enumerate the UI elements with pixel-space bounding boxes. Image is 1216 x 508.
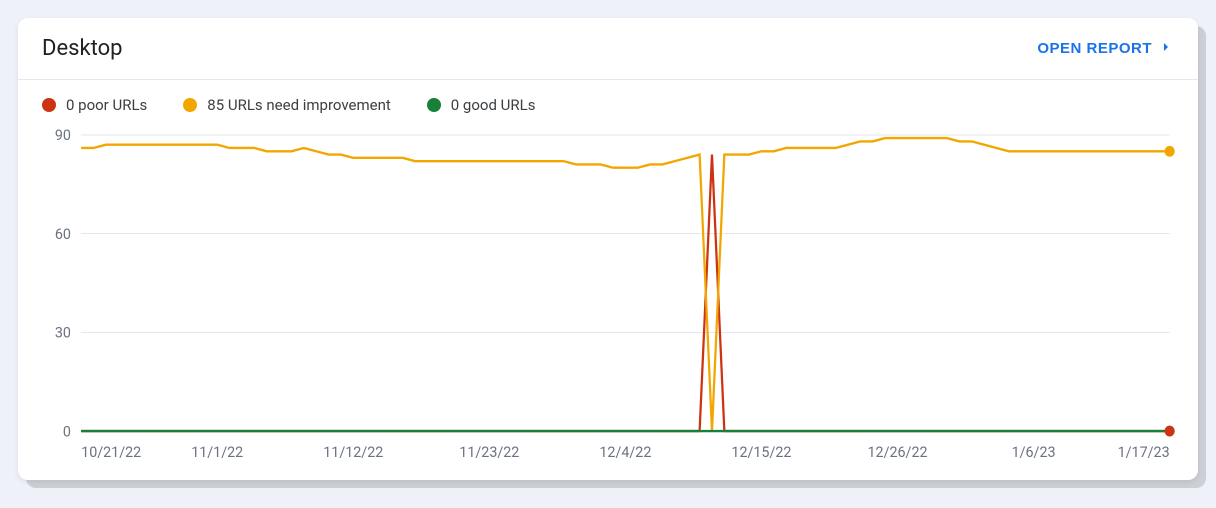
legend-item-good[interactable]: 0 good URLs (427, 96, 536, 114)
legend-label-poor: 0 poor URLs (66, 96, 147, 114)
x-tick-label: 12/26/22 (867, 443, 927, 461)
legend-label-need-improvement: 85 URLs need improvement (207, 96, 391, 114)
card-title: Desktop (42, 36, 123, 61)
cwv-desktop-card: Desktop OPEN REPORT 0 poor URLs 85 URLs … (18, 18, 1198, 480)
y-tick-label: 30 (55, 323, 71, 341)
x-tick-label: 12/4/22 (599, 443, 651, 461)
open-report-label: OPEN REPORT (1037, 40, 1152, 57)
x-tick-label: 11/12/22 (323, 443, 383, 461)
x-tick-label: 1/17/23 (1118, 443, 1170, 461)
y-tick-label: 60 (55, 225, 71, 243)
y-tick-label: 90 (55, 126, 71, 144)
legend: 0 poor URLs 85 URLs need improvement 0 g… (18, 80, 1198, 116)
x-tick-label: 12/15/22 (731, 443, 791, 461)
legend-swatch-need-improvement (183, 98, 197, 112)
endpoint-poor (1165, 426, 1175, 437)
y-tick-label: 0 (63, 422, 71, 440)
card-header: Desktop OPEN REPORT (18, 18, 1198, 80)
legend-item-poor[interactable]: 0 poor URLs (42, 96, 147, 114)
legend-item-need-improvement[interactable]: 85 URLs need improvement (183, 96, 391, 114)
series-ni (81, 138, 1169, 431)
chart-area: 0 30 60 90 10/21/22 11/1/22 11/12/22 11/23/22 12… (18, 116, 1198, 480)
line-chart[interactable]: 0 30 60 90 10/21/22 11/1/22 11/12/22 11/23/22 12… (30, 124, 1186, 470)
legend-swatch-good (427, 98, 441, 112)
endpoint-ni (1165, 146, 1175, 157)
chevron-right-icon (1158, 39, 1174, 59)
legend-swatch-poor (42, 98, 56, 112)
x-tick-label: 10/21/22 (81, 443, 141, 461)
series-poor (81, 155, 1169, 432)
x-tick-label: 11/1/22 (191, 443, 243, 461)
x-tick-label: 11/23/22 (459, 443, 519, 461)
open-report-button[interactable]: OPEN REPORT (1037, 39, 1174, 59)
x-tick-label: 1/6/23 (1012, 443, 1056, 461)
legend-label-good: 0 good URLs (451, 96, 536, 114)
